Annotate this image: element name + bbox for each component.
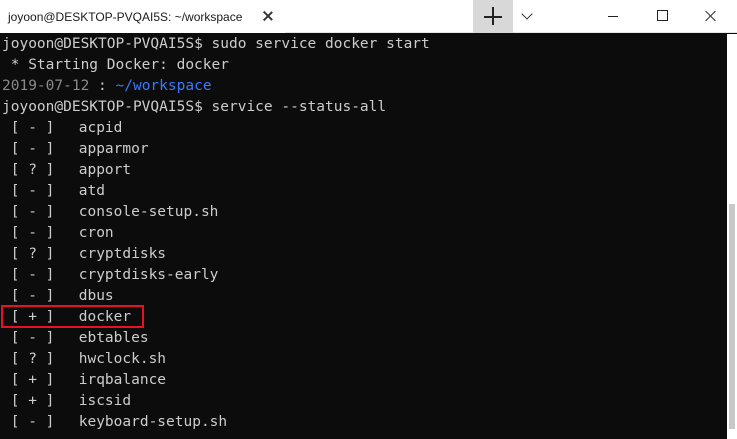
terminal-line: joyoon@DESKTOP-PVQAI5S$ sudo service doc… (0, 34, 727, 55)
service-row: [ - ] keyboard-setup.sh (0, 412, 727, 433)
service-row: [ - ] acpid (0, 118, 727, 139)
service-status: [ - ] (10, 414, 55, 430)
service-name: apport (78, 162, 132, 178)
prompt-symbol: $ (194, 36, 203, 52)
service-row: [ - ] cryptdisks-early (0, 265, 727, 286)
service-row: [ - ] apparmor (0, 139, 727, 160)
service-row: [ - ] dbus (0, 286, 727, 307)
service-status: [ - ] (10, 204, 55, 220)
service-name: dbus (78, 288, 114, 304)
service-name: atd (78, 183, 105, 199)
output-text: * Starting Docker: docker (2, 57, 229, 73)
service-row: [ - ] atd (0, 181, 727, 202)
service-name: console-setup.sh (78, 204, 219, 220)
path-text: ~/workspace (115, 78, 212, 94)
service-row: [ + ] irqbalance (0, 370, 727, 391)
terminal-output[interactable]: joyoon@DESKTOP-PVQAI5S$ sudo service doc… (0, 34, 727, 439)
service-name: iscsid (78, 393, 132, 409)
service-status: [ ? ] (10, 162, 55, 178)
close-button[interactable] (688, 0, 734, 33)
service-status: [ - ] (10, 288, 55, 304)
minimize-button[interactable] (590, 0, 636, 33)
scrollbar[interactable] (727, 34, 737, 439)
service-status: [ + ] (10, 393, 55, 409)
service-name: irqbalance (78, 372, 167, 388)
service-name: hwclock.sh (78, 351, 167, 367)
tab-close-icon[interactable] (261, 9, 275, 23)
tab-title: joyoon@DESKTOP-PVQAI5S: ~/workspace (8, 9, 243, 24)
service-row: [ - ] ebtables (0, 328, 727, 349)
chevron-down-icon[interactable] (513, 0, 543, 33)
service-status: [ - ] (10, 330, 55, 346)
service-name: apparmor (78, 141, 149, 157)
service-row: [ - ] console-setup.sh (0, 202, 727, 223)
prompt-user: joyoon@DESKTOP-PVQAI5S (2, 36, 195, 52)
prompt-user: joyoon@DESKTOP-PVQAI5S (2, 99, 195, 115)
separator-text: : (89, 78, 116, 94)
command-text: service --status-all (202, 99, 387, 115)
command-text: sudo service docker start (202, 36, 430, 52)
service-row: [ - ] cron (0, 223, 727, 244)
service-status: [ - ] (10, 267, 55, 283)
service-row: [ ? ] cryptdisks (0, 244, 727, 265)
service-status: [ ? ] (10, 351, 55, 367)
service-status: [ - ] (10, 120, 55, 136)
service-name: keyboard-setup.sh (78, 414, 228, 430)
service-name: cryptdisks-early (78, 267, 219, 283)
service-status: [ - ] (10, 183, 55, 199)
terminal-line: joyoon@DESKTOP-PVQAI5S$ service --status… (0, 97, 727, 118)
service-name: ebtables (78, 330, 149, 346)
title-bar: joyoon@DESKTOP-PVQAI5S: ~/workspace (0, 0, 737, 33)
date-text: 2019-07-12 (2, 78, 90, 94)
service-status: [ - ] (10, 141, 55, 157)
terminal-line: * Starting Docker: docker (0, 55, 727, 76)
terminal-line: 2019-07-12 : ~/workspace (0, 76, 727, 97)
service-status: [ + ] (10, 372, 55, 388)
service-row: [ ? ] apport (0, 160, 727, 181)
terminal-window: joyoon@DESKTOP-PVQAI5S: ~/workspace joyo… (0, 0, 737, 439)
scrollbar-thumb[interactable] (729, 204, 735, 429)
maximize-button[interactable] (639, 0, 685, 33)
prompt-symbol: $ (194, 99, 203, 115)
service-row: [ + ] iscsid (0, 391, 727, 412)
service-row: [ ? ] hwclock.sh (0, 349, 727, 370)
service-name: cron (78, 225, 114, 241)
service-status: [ - ] (10, 225, 55, 241)
new-tab-button[interactable] (473, 0, 513, 33)
service-name: acpid (78, 120, 123, 136)
service-name: cryptdisks (78, 246, 167, 262)
highlight-box (1, 305, 144, 328)
service-status: [ ? ] (10, 246, 55, 262)
terminal-tab[interactable]: joyoon@DESKTOP-PVQAI5S: ~/workspace (0, 0, 285, 33)
